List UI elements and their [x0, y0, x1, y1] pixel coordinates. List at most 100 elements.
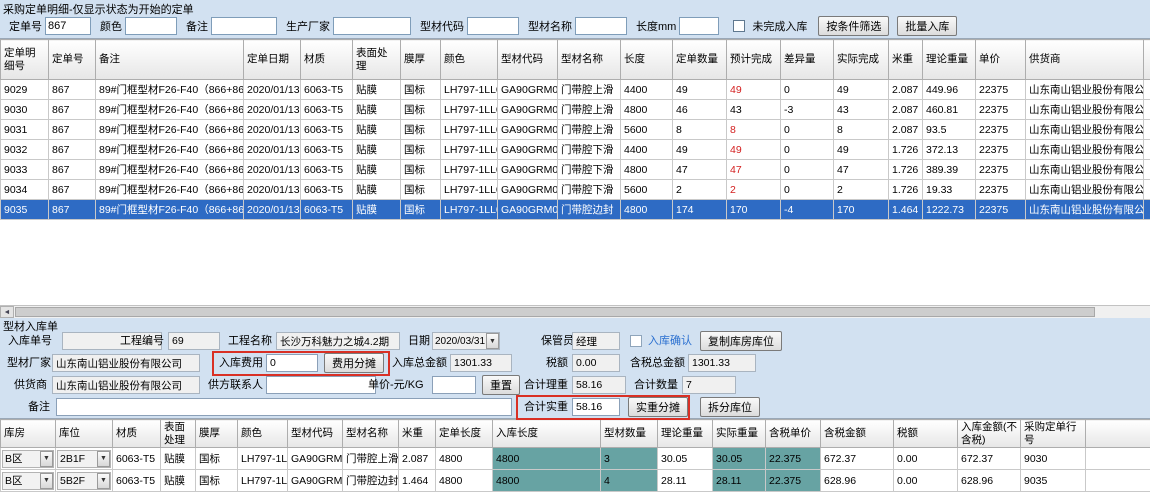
total-qty-field[interactable]: [682, 376, 736, 394]
orders-header-15[interactable]: 米重: [889, 40, 923, 80]
orders-row-9029[interactable]: 902986789#门框型材F26-F40（866+867）2020/01/13…: [1, 80, 1150, 100]
orders-header-8[interactable]: 型材代码: [498, 40, 558, 80]
inbound-header-13[interactable]: 实际重量: [713, 420, 766, 448]
inbound-header-7[interactable]: 型材名称: [343, 420, 399, 448]
orders-header-19[interactable]: [1144, 40, 1150, 80]
inbound-header-0[interactable]: 库房: [1, 420, 56, 448]
inbound-header-19[interactable]: [1086, 420, 1150, 448]
dropdown-arrow-icon[interactable]: ▼: [40, 473, 53, 489]
project-name-field[interactable]: [276, 332, 400, 350]
orders-header-16[interactable]: 理论重量: [923, 40, 976, 80]
inbound-header-10[interactable]: 入库长度: [493, 420, 601, 448]
keeper-field[interactable]: [572, 332, 620, 350]
filter-input-color[interactable]: [125, 17, 177, 35]
dropdown-arrow-icon[interactable]: ▼: [97, 473, 110, 489]
inbound-header-5[interactable]: 颜色: [238, 420, 288, 448]
inbound-header-18[interactable]: 采购定单行号: [1021, 420, 1086, 448]
filter-by-condition-button[interactable]: 按条件筛选: [818, 16, 889, 36]
date-dropdown-icon[interactable]: ▼: [486, 333, 499, 349]
filter-input-remark[interactable]: [211, 17, 277, 35]
orders-header-3[interactable]: 定单日期: [244, 40, 301, 80]
dropdown-arrow-icon[interactable]: ▼: [97, 451, 110, 467]
dropdown-arrow-icon[interactable]: ▼: [40, 451, 53, 467]
supplier-field[interactable]: [52, 376, 200, 394]
inbound-header-11[interactable]: 型材数量: [601, 420, 658, 448]
orders-header-5[interactable]: 表面处理: [353, 40, 401, 80]
orders-header-14[interactable]: 实际完成: [834, 40, 889, 80]
orders-row-9034[interactable]: 903486789#门框型材F26-F40（866+867）2020/01/13…: [1, 180, 1150, 200]
orders-header-6[interactable]: 膜厚: [401, 40, 441, 80]
inbound-combo-0[interactable]: B区▼: [2, 472, 54, 490]
orders-header-4[interactable]: 材质: [301, 40, 353, 80]
total-actual-weight-field[interactable]: [572, 398, 620, 416]
scroll-left-arrow-icon[interactable]: ◄: [0, 306, 14, 318]
filter-input-order-no[interactable]: [45, 17, 91, 35]
orders-header-2[interactable]: 备注: [96, 40, 244, 80]
orders-row-9032[interactable]: 903286789#门框型材F26-F40（866+867）2020/01/13…: [1, 140, 1150, 160]
filter-input-profile-code[interactable]: [467, 17, 519, 35]
orders-cell: 贴膜: [353, 100, 401, 120]
orders-header-18[interactable]: 供货商: [1026, 40, 1144, 80]
inbound-header-3[interactable]: 表面处理: [161, 420, 196, 448]
inbound-header-14[interactable]: 含税单价: [766, 420, 821, 448]
batch-inbound-button[interactable]: 批量入库: [897, 16, 957, 36]
inbound-combo-cell[interactable]: B区▼: [1, 470, 56, 492]
orders-hscrollbar[interactable]: ◄: [0, 305, 1150, 318]
inbound-header-12[interactable]: 理论重量: [658, 420, 713, 448]
manufacturer-field[interactable]: [52, 354, 200, 372]
remark-field[interactable]: [56, 398, 512, 416]
orders-header-13[interactable]: 差异量: [781, 40, 834, 80]
total-theoretical-weight-label: 合计理重: [524, 376, 568, 394]
orders-header-1[interactable]: 定单号: [49, 40, 96, 80]
inbound-combo-1[interactable]: 5B2F▼: [57, 472, 111, 490]
filter-input-profile-name[interactable]: [575, 17, 627, 35]
inbound-header-16[interactable]: 税额: [894, 420, 958, 448]
orders-header-7[interactable]: 颜色: [441, 40, 498, 80]
copy-location-button[interactable]: 复制库房库位: [700, 331, 782, 351]
inbound-combo-cell[interactable]: B区▼: [1, 448, 56, 470]
inbound-confirm-checkbox[interactable]: [630, 335, 642, 347]
inbound-header-15[interactable]: 含税金额: [821, 420, 894, 448]
project-no-field[interactable]: [168, 332, 220, 350]
date-picker[interactable]: 2020/03/31 ▼: [432, 332, 500, 350]
inbound-total-field[interactable]: [450, 354, 512, 372]
inbound-fee-field[interactable]: [266, 354, 318, 372]
orders-header-12[interactable]: 预计完成: [727, 40, 781, 80]
orders-header-0[interactable]: 定单明细号: [1, 40, 49, 80]
inbound-header-1[interactable]: 库位: [56, 420, 113, 448]
fee-split-button[interactable]: 费用分摊: [324, 353, 384, 373]
inbound-header-9[interactable]: 定单长度: [436, 420, 493, 448]
orders-header-11[interactable]: 定单数量: [673, 40, 727, 80]
weight-split-button[interactable]: 实重分摊: [628, 397, 688, 417]
total-with-tax-field[interactable]: [688, 354, 756, 372]
inbound-header-17[interactable]: 入库金额(不含税): [958, 420, 1021, 448]
inbound-cell: 4800: [493, 448, 601, 470]
unit-price-field[interactable]: [432, 376, 476, 394]
orders-row-9035[interactable]: 903586789#门框型材F26-F40（866+867）2020/01/13…: [1, 200, 1150, 220]
orders-header-9[interactable]: 型材名称: [558, 40, 621, 80]
unfinished-inbound-checkbox[interactable]: [733, 20, 745, 32]
filter-input-length-mm[interactable]: [679, 17, 719, 35]
inbound-header-4[interactable]: 膜厚: [196, 420, 238, 448]
reset-button[interactable]: 重置: [482, 375, 520, 395]
orders-header-17[interactable]: 单价: [976, 40, 1026, 80]
inbound-combo-cell[interactable]: 2B1F▼: [56, 448, 113, 470]
tax-field[interactable]: [572, 354, 620, 372]
inbound-header-6[interactable]: 型材代码: [288, 420, 343, 448]
inbound-no-label: 入库单号: [8, 332, 52, 350]
filter-input-manufacturer[interactable]: [333, 17, 411, 35]
orders-row-9030[interactable]: 903086789#门框型材F26-F40（866+867）2020/01/13…: [1, 100, 1150, 120]
split-location-button[interactable]: 拆分库位: [700, 397, 760, 417]
orders-row-9031[interactable]: 903186789#门框型材F26-F40（866+867）2020/01/13…: [1, 120, 1150, 140]
orders-row-9033[interactable]: 903386789#门框型材F26-F40（866+867）2020/01/13…: [1, 160, 1150, 180]
orders-cell: 8: [673, 120, 727, 140]
inbound-combo-1[interactable]: 2B1F▼: [57, 450, 111, 468]
inbound-combo-0[interactable]: B区▼: [2, 450, 54, 468]
inbound-header-8[interactable]: 米重: [399, 420, 436, 448]
inbound-header-2[interactable]: 材质: [113, 420, 161, 448]
supplier-contact-field[interactable]: [266, 376, 376, 394]
inbound-combo-cell[interactable]: 5B2F▼: [56, 470, 113, 492]
orders-header-10[interactable]: 长度: [621, 40, 673, 80]
total-theoretical-weight-field[interactable]: [572, 376, 626, 394]
scrollbar-thumb[interactable]: [15, 307, 1095, 317]
